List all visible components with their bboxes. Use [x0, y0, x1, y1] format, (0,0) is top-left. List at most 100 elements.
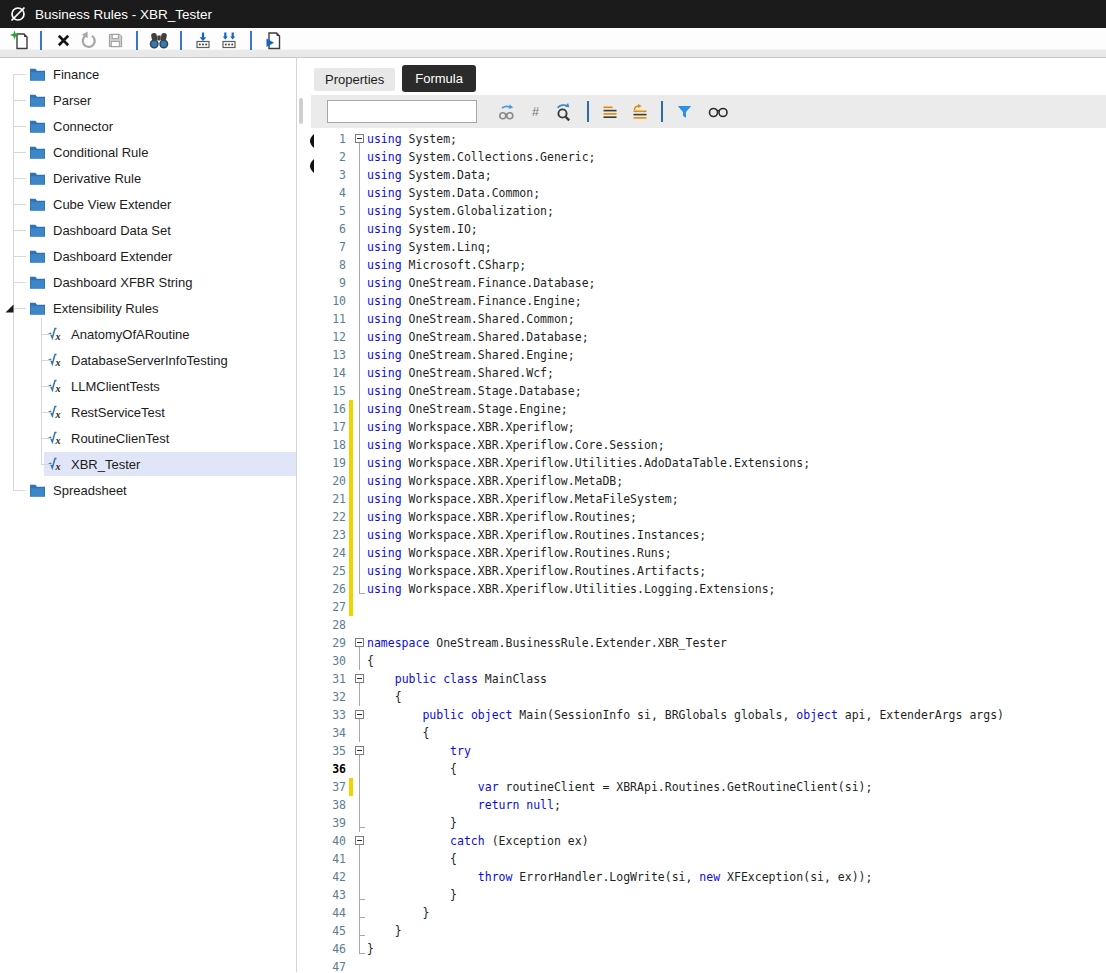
code-line-31[interactable]: 31 public class MainClass — [311, 670, 1106, 688]
tree-item-RoutineClienTest[interactable]: xRoutineClienTest — [0, 425, 296, 451]
code-line-14[interactable]: 14using OneStream.Shared.Wcf; — [311, 364, 1106, 382]
code-line-35[interactable]: 35 try — [311, 742, 1106, 760]
export-rule-button[interactable] — [260, 27, 286, 53]
fold-minus-icon[interactable] — [355, 674, 364, 683]
new-document-button[interactable] — [6, 27, 32, 53]
code-line-44[interactable]: 44 } — [311, 904, 1106, 922]
tree-item-AnatomyOfARoutine[interactable]: xAnatomyOfARoutine — [0, 321, 296, 347]
code-line-33[interactable]: 33 public object Main(SessionInfo si, BR… — [311, 706, 1106, 724]
code-line-3[interactable]: 3using System.Data; — [311, 166, 1106, 184]
code-line-22[interactable]: 22using Workspace.XBR.Xperiflow.Routines… — [311, 508, 1106, 526]
find-binoculars-button[interactable] — [146, 27, 172, 53]
code-line-27[interactable]: 27 — [311, 598, 1106, 616]
find-replace-button[interactable] — [546, 100, 581, 124]
tree-item-Derivative Rule[interactable]: Derivative Rule — [0, 165, 296, 191]
fold-minus-icon[interactable] — [355, 746, 364, 755]
tree-item-Conditional Rule[interactable]: Conditional Rule — [0, 139, 296, 165]
panel-splitter[interactable] — [297, 58, 311, 972]
fold-collapse-control[interactable] — [353, 742, 367, 760]
code-line-26[interactable]: 26using Workspace.XBR.Xperiflow.Utilitie… — [311, 580, 1106, 598]
fold-collapse-control[interactable] — [353, 634, 367, 652]
tree-item-Connector[interactable]: Connector — [0, 113, 296, 139]
code-line-2[interactable]: 2using System.Collections.Generic; — [311, 148, 1106, 166]
tree-item-Spreadsheet[interactable]: Spreadsheet — [0, 477, 296, 503]
find-input[interactable] — [327, 100, 477, 123]
tab-formula[interactable]: Formula — [402, 65, 476, 92]
undo-button[interactable] — [76, 27, 102, 53]
import-all-rules-button[interactable] — [216, 27, 242, 53]
code-line-43[interactable]: 43 } — [311, 886, 1106, 904]
code-line-16[interactable]: 16using OneStream.Stage.Engine; — [311, 400, 1106, 418]
fold-collapse-control[interactable] — [353, 706, 367, 724]
tree-item-Finance[interactable]: Finance — [0, 61, 296, 87]
code-line-39[interactable]: 39 } — [311, 814, 1106, 832]
fold-minus-icon[interactable] — [355, 638, 364, 647]
code-line-12[interactable]: 12using OneStream.Shared.Database; — [311, 328, 1106, 346]
code-line-46[interactable]: 46} — [311, 940, 1106, 958]
expander-icon[interactable] — [5, 304, 14, 313]
code-line-25[interactable]: 25using Workspace.XBR.Xperiflow.Routines… — [311, 562, 1106, 580]
filter-button[interactable] — [669, 100, 700, 124]
code-line-19[interactable]: 19using Workspace.XBR.Xperiflow.Utilitie… — [311, 454, 1106, 472]
save-button[interactable] — [102, 27, 128, 53]
fold-minus-icon[interactable] — [355, 134, 364, 143]
code-line-17[interactable]: 17using Workspace.XBR.Xperiflow; — [311, 418, 1106, 436]
code-line-15[interactable]: 15using OneStream.Stage.Database; — [311, 382, 1106, 400]
code-line-1[interactable]: 1using System; — [311, 130, 1106, 148]
tree-item-LLMClientTests[interactable]: xLLMClientTests — [0, 373, 296, 399]
code-line-9[interactable]: 9using OneStream.Finance.Database; — [311, 274, 1106, 292]
tree-item-XBR_Tester[interactable]: xXBR_Tester — [0, 451, 296, 477]
code-line-30[interactable]: 30{ — [311, 652, 1106, 670]
code-line-21[interactable]: 21using Workspace.XBR.Xperiflow.MetaFile… — [311, 490, 1106, 508]
code-line-47[interactable]: 47 — [311, 958, 1106, 972]
splitter-grip[interactable] — [299, 98, 303, 124]
line-number-button[interactable]: # — [525, 100, 546, 124]
code-line-6[interactable]: 6using System.IO; — [311, 220, 1106, 238]
fold-collapse-control[interactable] — [353, 832, 367, 850]
code-line-36[interactable]: 36 { — [311, 760, 1106, 778]
fold-collapse-control[interactable] — [353, 130, 367, 148]
code-line-13[interactable]: 13using OneStream.Shared.Engine; — [311, 346, 1106, 364]
code-editor[interactable]: 1using System;2using System.Collections.… — [311, 128, 1106, 972]
code-line-11[interactable]: 11using OneStream.Shared.Common; — [311, 310, 1106, 328]
code-line-24[interactable]: 24using Workspace.XBR.Xperiflow.Routines… — [311, 544, 1106, 562]
tree-item-Dashboard Extender[interactable]: Dashboard Extender — [0, 243, 296, 269]
import-rule-button[interactable] — [190, 27, 216, 53]
splitter-collapse-icon[interactable] — [306, 159, 314, 173]
code-line-28[interactable]: 28 — [311, 616, 1106, 634]
code-line-37[interactable]: 37 var routineClient = XBRApi.Routines.G… — [311, 778, 1106, 796]
fold-minus-icon[interactable] — [355, 836, 364, 845]
tree-item-Parser[interactable]: Parser — [0, 87, 296, 113]
code-line-45[interactable]: 45 } — [311, 922, 1106, 940]
tree-item-Dashboard Data Set[interactable]: Dashboard Data Set — [0, 217, 296, 243]
code-line-4[interactable]: 4using System.Data.Common; — [311, 184, 1106, 202]
fold-collapse-control[interactable] — [353, 670, 367, 688]
code-line-34[interactable]: 34 { — [311, 724, 1106, 742]
code-line-23[interactable]: 23using Workspace.XBR.Xperiflow.Routines… — [311, 526, 1106, 544]
tree-item-Cube View Extender[interactable]: Cube View Extender — [0, 191, 296, 217]
code-line-41[interactable]: 41 { — [311, 850, 1106, 868]
code-line-29[interactable]: 29namespace OneStream.BusinessRule.Exten… — [311, 634, 1106, 652]
tree-item-DatabaseServerInfoTesting[interactable]: xDatabaseServerInfoTesting — [0, 347, 296, 373]
code-line-38[interactable]: 38 return null; — [311, 796, 1106, 814]
find-next-button[interactable] — [489, 100, 525, 124]
tree-item-RestServiceTest[interactable]: xRestServiceTest — [0, 399, 296, 425]
view-glasses-button[interactable] — [700, 100, 737, 124]
format-outdent-button[interactable] — [625, 100, 655, 124]
tree-item-Extensibility Rules[interactable]: Extensibility Rules — [0, 295, 296, 321]
format-indent-button[interactable] — [595, 100, 625, 124]
code-line-40[interactable]: 40 catch (Exception ex) — [311, 832, 1106, 850]
code-line-20[interactable]: 20using Workspace.XBR.Xperiflow.MetaDB; — [311, 472, 1106, 490]
tree-item-Dashboard XFBR String[interactable]: Dashboard XFBR String — [0, 269, 296, 295]
code-line-32[interactable]: 32 { — [311, 688, 1106, 706]
code-line-8[interactable]: 8using Microsoft.CSharp; — [311, 256, 1106, 274]
tab-properties[interactable]: Properties — [314, 68, 395, 91]
code-line-10[interactable]: 10using OneStream.Finance.Engine; — [311, 292, 1106, 310]
fold-minus-icon[interactable] — [355, 710, 364, 719]
code-line-42[interactable]: 42 throw ErrorHandler.LogWrite(si, new X… — [311, 868, 1106, 886]
code-line-18[interactable]: 18using Workspace.XBR.Xperiflow.Core.Ses… — [311, 436, 1106, 454]
code-line-5[interactable]: 5using System.Globalization; — [311, 202, 1106, 220]
splitter-collapse-icon[interactable] — [306, 134, 314, 148]
delete-button[interactable] — [50, 27, 76, 53]
code-line-7[interactable]: 7using System.Linq; — [311, 238, 1106, 256]
